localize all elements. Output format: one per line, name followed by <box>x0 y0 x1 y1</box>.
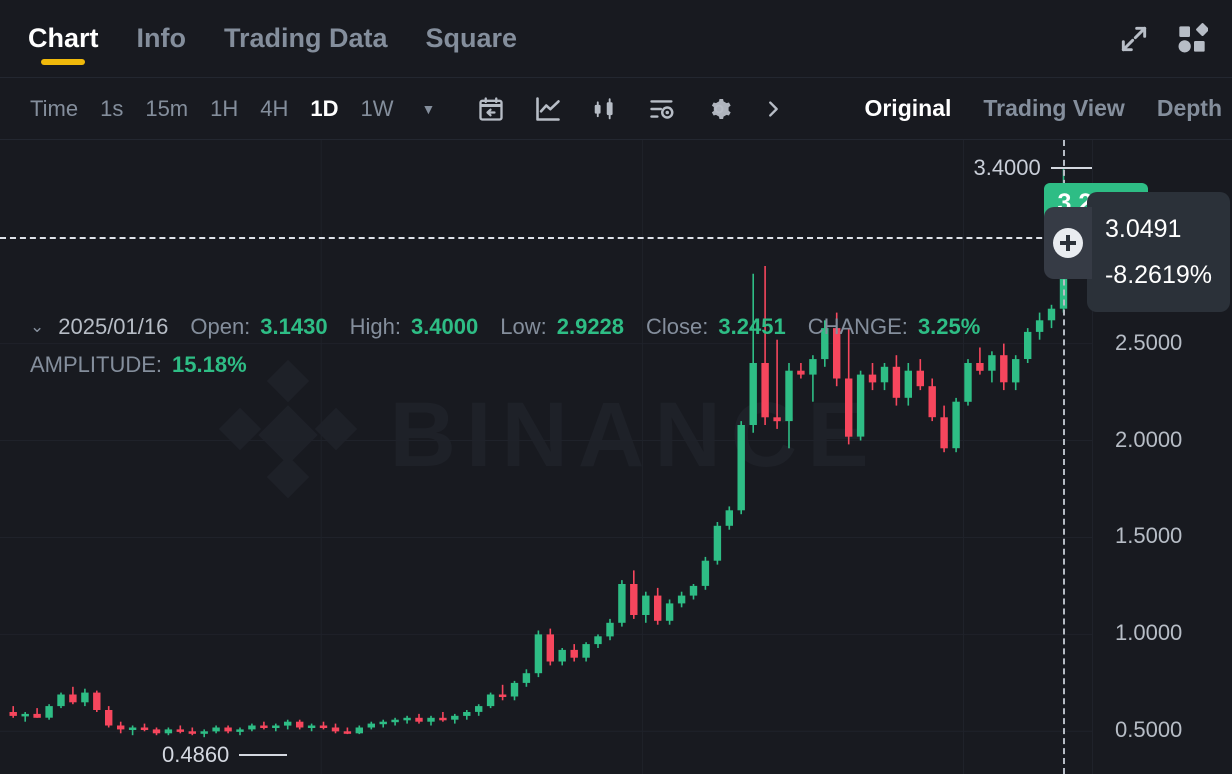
ohlc-close-value: 3.2451 <box>718 314 786 339</box>
high-price-marker: 3.4000 <box>973 155 1092 181</box>
gear-icon[interactable] <box>705 95 733 123</box>
top-bar-actions <box>1118 22 1232 55</box>
tab-trading-data[interactable]: Trading Data <box>224 0 388 77</box>
high-price-label: 3.4000 <box>973 155 1041 181</box>
plus-circle-icon <box>1053 228 1083 259</box>
tab-info-label: Info <box>136 23 186 53</box>
view-trading-view[interactable]: Trading View <box>983 95 1124 122</box>
chevron-right-icon[interactable] <box>762 98 784 120</box>
interval-group: Time 1s 15m 1H 4H 1D 1W ▼ <box>30 96 435 122</box>
view-depth[interactable]: Depth <box>1157 95 1222 122</box>
crosshair-tooltip: 3.0491 -8.2619% <box>1086 192 1230 313</box>
tab-chart[interactable]: Chart <box>28 0 99 77</box>
price-tick-1-5000: 1.5000 <box>1115 523 1183 549</box>
chart-area[interactable]: BINANCE 3.4000 0.4860 ⌄ 2025/01/16 Open:… <box>0 140 1232 774</box>
crosshair-horizontal <box>0 237 1092 240</box>
view-mode-group: Original Trading View Depth <box>864 95 1232 122</box>
interval-1d[interactable]: 1D <box>310 96 338 122</box>
tab-chart-label: Chart <box>28 23 99 53</box>
low-price-marker: 0.4860 <box>162 742 288 768</box>
binance-chart-app: Chart Info Trading Data Square Time 1s 1… <box>0 0 1232 774</box>
price-tick-0-5000: 0.5000 <box>1115 717 1183 743</box>
ohlc-low-value: 2.9228 <box>556 314 625 339</box>
ohlc-row-amplitude: AMPLITUDE: 15.18% <box>30 346 1002 384</box>
ohlc-change-label: CHANGE: <box>807 314 908 339</box>
interval-1s[interactable]: 1s <box>100 96 123 122</box>
view-original[interactable]: Original <box>864 95 951 122</box>
calendar-back-icon[interactable] <box>477 95 505 123</box>
ohlc-change-value: 3.25% <box>917 314 981 339</box>
candlestick-plot[interactable]: 3.4000 0.4860 <box>0 140 1092 774</box>
ohlc-high-label: High: <box>349 314 401 339</box>
candlestick-icon[interactable] <box>591 95 619 123</box>
tooltip-price: 3.0491 <box>1104 215 1182 244</box>
candles-svg <box>0 140 1092 774</box>
ohlc-amplitude-value: 15.18% <box>172 352 247 377</box>
price-tick-2-5000: 2.5000 <box>1115 329 1183 355</box>
ohlc-low-label: Low: <box>500 314 547 339</box>
top-tab-bar: Chart Info Trading Data Square <box>0 0 1232 78</box>
main-tabs: Chart Info Trading Data Square <box>0 0 517 77</box>
tooltip-add-handle[interactable] <box>1044 207 1092 280</box>
ohlc-high-value: 3.4000 <box>410 314 479 339</box>
expand-arrows-icon[interactable] <box>1118 23 1150 55</box>
price-tick-2-0000: 2.0000 <box>1115 426 1183 452</box>
chevron-down-icon[interactable]: ▼ <box>422 101 436 117</box>
tab-square[interactable]: Square <box>426 0 518 77</box>
tab-trading-data-label: Trading Data <box>224 23 388 53</box>
interval-time-label[interactable]: Time <box>30 96 78 122</box>
tab-info[interactable]: Info <box>137 0 186 77</box>
chart-toolbar: Time 1s 15m 1H 4H 1D 1W ▼ Original Tradi… <box>0 78 1232 140</box>
line-chart-icon[interactable] <box>534 95 562 123</box>
layout-grid-icon[interactable] <box>1176 22 1208 55</box>
ohlc-legend: ⌄ 2025/01/16 Open: 3.1430 High: 3.4000 L… <box>30 308 1002 384</box>
tooltip-percent: -8.2619% <box>1104 261 1212 290</box>
ohlc-date: 2025/01/16 <box>58 314 169 339</box>
ohlc-open-value: 3.1430 <box>260 314 328 339</box>
ohlc-amplitude-label: AMPLITUDE: <box>30 352 163 377</box>
interval-15m[interactable]: 15m <box>145 96 188 122</box>
tab-square-label: Square <box>425 23 518 53</box>
toolbar-icons <box>477 95 784 123</box>
price-tick-1-0000: 1.0000 <box>1115 620 1183 646</box>
interval-1w[interactable]: 1W <box>361 96 394 122</box>
interval-4h[interactable]: 4H <box>260 96 288 122</box>
interval-1h[interactable]: 1H <box>210 96 238 122</box>
chevron-down-icon[interactable]: ⌄ <box>30 308 44 346</box>
ohlc-row-main: ⌄ 2025/01/16 Open: 3.1430 High: 3.4000 L… <box>30 308 1002 346</box>
ohlc-open-label: Open: <box>190 314 251 339</box>
low-price-label: 0.4860 <box>162 742 230 768</box>
ohlc-close-label: Close: <box>646 314 709 339</box>
indicator-settings-icon[interactable] <box>648 95 676 123</box>
